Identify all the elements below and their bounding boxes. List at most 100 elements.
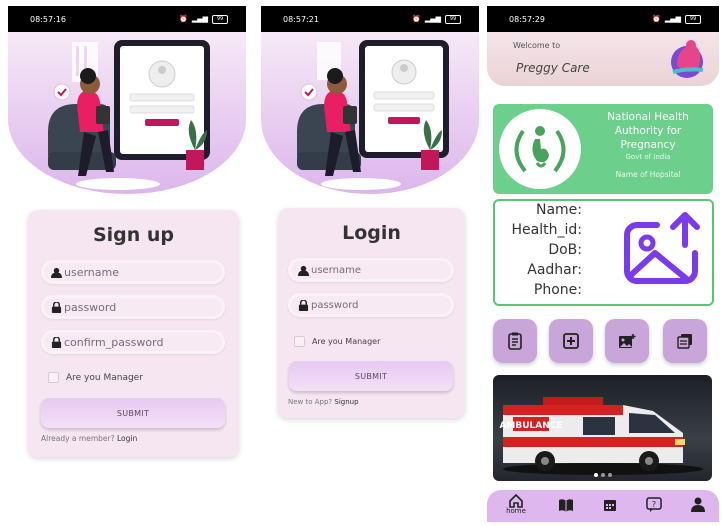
authority-line3: Pregnancy	[620, 139, 676, 151]
signup-prompt: New to App? Signup	[288, 398, 359, 406]
bottom-nav: home ?	[487, 490, 719, 522]
signup-link[interactable]: Signup	[334, 398, 358, 406]
welcome-header: Welcome to Preggy Care	[487, 32, 719, 86]
username-placeholder: username	[311, 264, 361, 276]
battery-icon: 99	[212, 14, 228, 24]
nav-chat[interactable]: ?	[639, 497, 669, 523]
chat-icon: ?	[646, 497, 662, 512]
woman-with-tablet-illustration	[48, 40, 210, 190]
battery-icon: 99	[445, 14, 461, 24]
dashboard-screen: 08:57:29 ⏰ ▂▄▆ 99 Welcome to Preggy Care	[487, 0, 719, 526]
nav-home-label: home	[506, 507, 526, 515]
signup-screen: 08:57:16 ⏰ ▂▄▆ 99 Sign up username passw…	[8, 0, 246, 526]
carousel-dots	[493, 473, 712, 477]
nav-profile[interactable]	[683, 497, 713, 523]
page-title: Login	[342, 222, 401, 244]
ambulance-image: AMBULANCE	[499, 397, 703, 475]
status-bar: 08:57:16 ⏰ ▂▄▆ 99	[8, 6, 246, 32]
confirm-password-field[interactable]: confirm_password	[41, 330, 225, 354]
password-field[interactable]: password	[288, 293, 454, 317]
add-icon	[563, 333, 579, 349]
lock-icon	[51, 301, 62, 313]
calendar-icon	[604, 500, 616, 511]
alarm-icon: ⏰	[179, 15, 188, 23]
checkbox-label: Are you Manager	[312, 337, 381, 346]
submit-button[interactable]: SUBMIT	[289, 361, 453, 391]
username-placeholder: username	[64, 265, 119, 279]
app-name: Preggy Care	[516, 61, 590, 75]
lock-icon	[51, 336, 62, 348]
name-label: Name:	[535, 202, 582, 218]
login-card: Login username password Are you Manager …	[278, 208, 465, 418]
user-icon	[51, 267, 62, 278]
woman-with-tablet-illustration	[297, 40, 449, 190]
alarm-icon: ⏰	[652, 15, 661, 23]
user-icon	[298, 265, 309, 276]
password-placeholder: password	[64, 300, 117, 314]
manager-checkbox[interactable]: Are you Manager	[294, 336, 380, 347]
lock-icon	[298, 299, 309, 311]
battery-icon: 99	[685, 14, 701, 24]
checkbox-box[interactable]	[48, 372, 59, 383]
checkbox-box[interactable]	[294, 336, 305, 347]
nav-book[interactable]	[551, 498, 581, 524]
hospital-name: Name of Hopsital	[615, 170, 681, 179]
checkbox-label: Are you Manager	[66, 372, 143, 383]
nav-calendar[interactable]	[595, 498, 625, 524]
status-time: 08:57:16	[30, 14, 66, 24]
username-field[interactable]: username	[288, 258, 454, 282]
login-screen: 08:57:21 ⏰ ▂▄▆ 99 Login username passwor…	[261, 0, 479, 526]
login-link[interactable]: Login	[117, 434, 137, 443]
records-icon	[677, 334, 692, 349]
dob-label: DoB:	[548, 242, 582, 258]
welcome-text: Welcome to	[513, 41, 561, 50]
add-record-button[interactable]	[549, 319, 593, 363]
carousel-dot[interactable]	[607, 473, 612, 477]
signal-icon: ▂▄▆	[424, 15, 441, 23]
gallery-button[interactable]	[605, 319, 649, 363]
notes-button[interactable]	[493, 319, 537, 363]
svg-text:?: ?	[652, 500, 656, 509]
carousel-dot[interactable]	[600, 473, 605, 477]
confirm-password-placeholder: confirm_password	[64, 335, 164, 349]
authority-logo	[499, 109, 581, 189]
page-title: Sign up	[92, 224, 175, 246]
home-icon	[509, 494, 523, 508]
book-icon	[559, 499, 573, 512]
signal-icon: ▂▄▆	[191, 15, 208, 23]
nav-home[interactable]: home	[501, 494, 531, 520]
patient-info-card: Name: Health_id: DoB: Aadhar: Phone:	[493, 199, 714, 306]
user-icon	[691, 497, 705, 512]
ambulance-carousel[interactable]: AMBULANCE	[493, 375, 712, 481]
login-prompt-text: Already a member?	[41, 434, 115, 443]
signup-card: Sign up username password confirm_passwo…	[28, 210, 239, 457]
status-bar: 08:57:29 ⏰ ▂▄▆ 99	[487, 6, 719, 32]
carousel-dot[interactable]	[593, 473, 598, 477]
phone-label: Phone:	[533, 282, 582, 298]
hero-illustration	[261, 32, 479, 194]
status-icons: ⏰ ▂▄▆ 99	[412, 14, 461, 24]
authority-sub: Govt of India	[625, 153, 671, 161]
ambulance-lettering: AMBULANCE	[499, 421, 562, 431]
aadhar-label: Aadhar:	[527, 262, 582, 278]
login-prompt: Already a member? Login	[41, 434, 137, 443]
pregnancy-logo-icon	[514, 126, 566, 173]
records-button[interactable]	[663, 319, 707, 363]
username-field[interactable]: username	[41, 260, 225, 284]
upload-photo-icon[interactable]	[623, 211, 705, 287]
password-field[interactable]: password	[41, 295, 225, 319]
hero-illustration	[8, 32, 246, 194]
notes-icon	[508, 332, 522, 350]
password-placeholder: password	[311, 299, 359, 311]
submit-button[interactable]: SUBMIT	[41, 398, 225, 428]
app-logo-icon	[671, 40, 704, 78]
signal-icon: ▂▄▆	[664, 15, 681, 23]
authority-title: National Health Authority for Pregnancy …	[589, 110, 707, 180]
manager-checkbox[interactable]: Are you Manager	[48, 372, 143, 383]
status-icons: ⏰ ▂▄▆ 99	[652, 14, 701, 24]
signup-prompt-text: New to App?	[288, 398, 333, 406]
status-icons: ⏰ ▂▄▆ 99	[179, 14, 228, 24]
health-id-label: Health_id:	[511, 222, 582, 238]
status-time: 08:57:29	[509, 14, 545, 24]
authority-banner: National Health Authority for Pregnancy …	[493, 104, 713, 194]
